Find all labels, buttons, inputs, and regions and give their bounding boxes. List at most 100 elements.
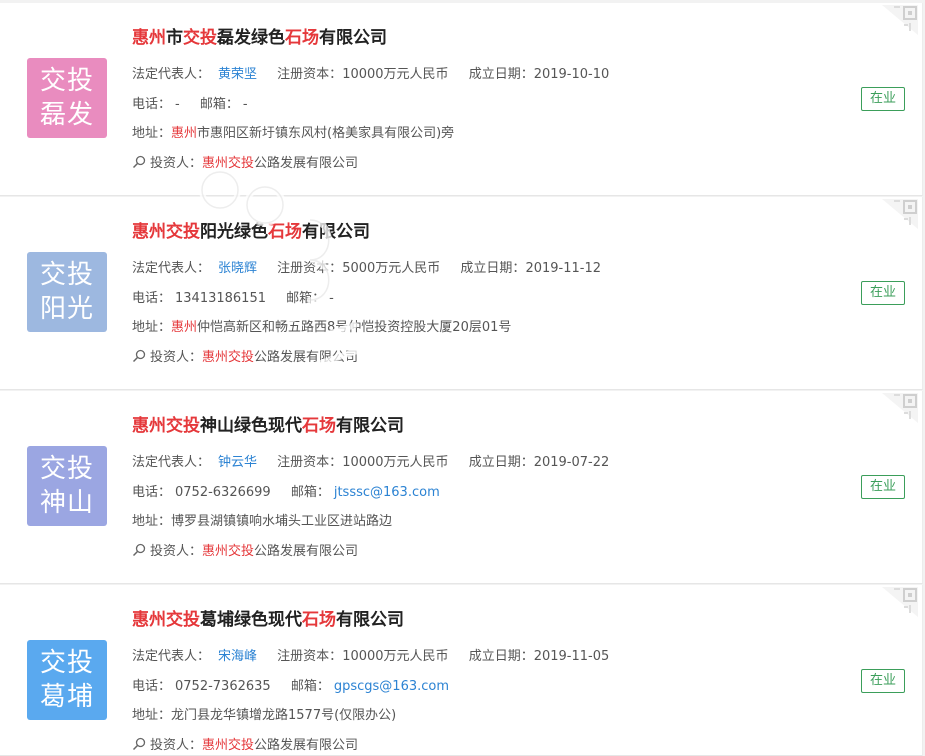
- capital-label: 注册资本：: [277, 649, 343, 664]
- email-link[interactable]: jtsssc@163.com: [334, 485, 440, 500]
- capital-label: 注册资本：: [277, 455, 343, 470]
- name-highlight: 交投: [166, 610, 200, 630]
- address-highlight: 惠州: [171, 320, 198, 335]
- address-highlight: 惠州: [171, 126, 198, 141]
- info-row-contact: 电话： 13413186151 邮箱： -: [132, 287, 334, 306]
- email-label: 邮箱：: [290, 679, 330, 694]
- investor-value[interactable]: 公路发展有限公司: [254, 738, 358, 753]
- info-row-address: 地址：龙门县龙华镇增龙路1577号(仅限办公): [132, 704, 396, 723]
- phone-value: -: [175, 97, 180, 112]
- phone-label: 电话：: [132, 97, 172, 112]
- name-part: 磊发绿色: [217, 28, 285, 48]
- date-label: 成立日期：: [468, 649, 534, 664]
- address-value: 博罗县湖镇镇响水埔头工业区进站路边: [171, 514, 393, 529]
- search-icon: [132, 543, 146, 557]
- name-part: 有限公司: [336, 610, 404, 630]
- email-value: -: [329, 291, 334, 306]
- investor-label: 投资人：: [150, 156, 203, 171]
- address-label: 地址：: [132, 320, 172, 335]
- email-link[interactable]: gpscgs@163.com: [334, 679, 449, 694]
- logo-line-1: 交投: [39, 454, 94, 484]
- investor-value[interactable]: 公路发展有限公司: [254, 544, 358, 559]
- investor-highlight[interactable]: 惠州交投: [202, 350, 254, 365]
- info-row-contact: 电话： 0752-6326699 邮箱： jtsssc@163.com: [132, 481, 440, 500]
- date-label: 成立日期：: [468, 67, 534, 82]
- phone-value: 13413186151: [175, 291, 266, 306]
- phone-label: 电话：: [132, 291, 172, 306]
- company-card: 交投 神山 惠州交投神山绿色现代石场有限公司 法定代表人： 钟云华 注册资本：10…: [0, 391, 923, 584]
- company-name-link[interactable]: 惠州市交投磊发绿色石场有限公司: [132, 23, 387, 48]
- investor-highlight[interactable]: 惠州交投: [202, 156, 254, 171]
- legal-rep-link[interactable]: 张晓辉: [218, 261, 257, 276]
- name-highlight: 惠州: [132, 28, 166, 48]
- name-part: 阳光绿色: [200, 222, 268, 242]
- date-value: 2019-11-05: [533, 649, 610, 664]
- info-row-basic: 法定代表人： 钟云华 注册资本：10000万元人民币 成立日期：2019-07-2…: [132, 451, 609, 470]
- phone-label: 电话：: [132, 485, 172, 500]
- qr-corner-icon[interactable]: [880, 197, 920, 231]
- company-logo[interactable]: 交投 阳光: [27, 252, 107, 332]
- company-name-link[interactable]: 惠州交投阳光绿色石场有限公司: [132, 217, 370, 242]
- company-list: 交投 磊发 惠州市交投磊发绿色石场有限公司 法定代表人： 黄荣坚 注册资本：100…: [0, 0, 925, 756]
- name-highlight: 石场: [268, 222, 302, 242]
- info-row-basic: 法定代表人： 宋海峰 注册资本：10000万元人民币 成立日期：2019-11-0…: [132, 645, 609, 664]
- info-row-address: 地址：惠州仲恺高新区和畅五路西8号仲恺投资控股大厦20层01号: [132, 316, 511, 335]
- email-value: -: [242, 97, 248, 112]
- status-badge: 在业: [861, 87, 905, 111]
- date-value: 2019-10-10: [533, 67, 610, 82]
- name-part: 市: [166, 28, 183, 48]
- name-highlight: 交投: [166, 222, 200, 242]
- company-card: 交投 葛埔 惠州交投葛埔绿色现代石场有限公司 法定代表人： 宋海峰 注册资本：10…: [0, 585, 923, 756]
- investor-label: 投资人：: [150, 544, 203, 559]
- name-part: 有限公司: [336, 416, 404, 436]
- name-highlight: 交投: [183, 28, 217, 48]
- company-logo[interactable]: 交投 磊发: [27, 58, 107, 138]
- company-logo[interactable]: 交投 葛埔: [27, 640, 107, 720]
- investor-value[interactable]: 公路发展有限公司: [254, 350, 358, 365]
- logo-line-2: 磊发: [39, 100, 94, 130]
- email-label: 邮箱：: [290, 485, 330, 500]
- info-row-investor: 投资人：惠州交投公路发展有限公司: [132, 152, 358, 171]
- legal-rep-link[interactable]: 黄荣坚: [218, 67, 257, 82]
- legal-rep-link[interactable]: 宋海峰: [218, 649, 257, 664]
- qr-corner-icon[interactable]: [880, 391, 920, 425]
- info-row-investor: 投资人：惠州交投公路发展有限公司: [132, 734, 358, 753]
- legal-rep-link[interactable]: 钟云华: [218, 455, 257, 470]
- info-row-investor: 投资人：惠州交投公路发展有限公司: [132, 540, 358, 559]
- email-label: 邮箱：: [199, 97, 239, 112]
- email-label: 邮箱：: [286, 291, 326, 306]
- address-label: 地址：: [132, 708, 172, 723]
- capital-value: 10000万元人民币: [342, 455, 449, 470]
- name-highlight: 惠州: [132, 416, 166, 436]
- logo-line-1: 交投: [39, 648, 94, 678]
- company-name-link[interactable]: 惠州交投神山绿色现代石场有限公司: [132, 411, 404, 436]
- company-name-link[interactable]: 惠州交投葛埔绿色现代石场有限公司: [132, 605, 404, 630]
- investor-highlight[interactable]: 惠州交投: [202, 738, 254, 753]
- name-part: 有限公司: [319, 28, 387, 48]
- capital-value: 10000万元人民币: [342, 67, 449, 82]
- logo-line-1: 交投: [39, 66, 94, 96]
- info-row-address: 地址：惠州市惠阳区新圩镇东风村(格美家具有限公司)旁: [132, 122, 454, 141]
- status-badge: 在业: [861, 475, 905, 499]
- investor-value[interactable]: 公路发展有限公司: [254, 156, 358, 171]
- logo-line-2: 葛埔: [39, 682, 94, 712]
- logo-line-2: 神山: [39, 488, 94, 518]
- company-card: 交投 阳光 惠州交投阳光绿色石场有限公司 法定代表人： 张晓辉 注册资本：5000…: [0, 197, 923, 390]
- phone-value: 0752-7362635: [175, 679, 271, 694]
- qr-corner-icon[interactable]: [880, 3, 920, 37]
- status-badge: 在业: [861, 669, 905, 693]
- name-highlight: 石场: [302, 610, 336, 630]
- investor-highlight[interactable]: 惠州交投: [202, 544, 254, 559]
- phone-value: 0752-6326699: [175, 485, 271, 500]
- company-logo[interactable]: 交投 神山: [27, 446, 107, 526]
- info-row-contact: 电话： - 邮箱： -: [132, 93, 248, 112]
- capital-value: 5000万元人民币: [342, 261, 441, 276]
- name-part: 神山绿色现代: [200, 416, 302, 436]
- date-value: 2019-07-22: [533, 455, 610, 470]
- phone-label: 电话：: [132, 679, 172, 694]
- legal-rep-label: 法定代表人：: [132, 649, 211, 664]
- address-value: 龙门县龙华镇增龙路1577号(仅限办公): [171, 708, 397, 723]
- qr-corner-icon[interactable]: [880, 585, 920, 619]
- info-row-contact: 电话： 0752-7362635 邮箱： gpscgs@163.com: [132, 675, 449, 694]
- name-part: 有限公司: [302, 222, 370, 242]
